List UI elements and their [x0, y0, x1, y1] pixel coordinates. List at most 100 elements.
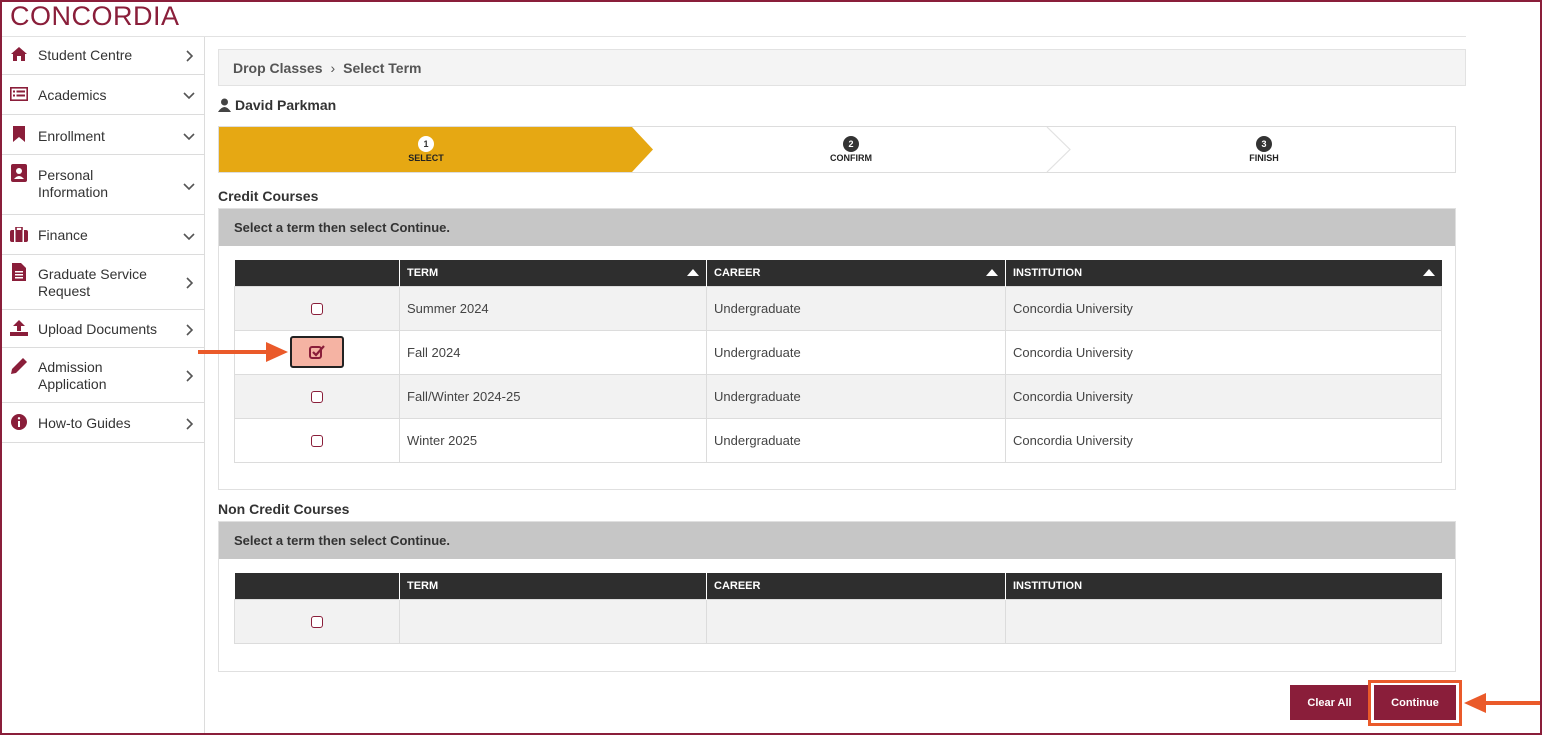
document-icon: [10, 263, 28, 281]
annotation-arrow-icon: [1464, 693, 1542, 713]
step-1-number: 1: [418, 136, 434, 152]
chevron-right-icon: [186, 418, 194, 430]
career-column-header[interactable]: CAREER: [706, 260, 1006, 286]
institution-column-header[interactable]: INSTITUTION: [1005, 260, 1442, 286]
step-2-number: 2: [843, 136, 859, 152]
sidebar-item-graduate-service-request[interactable]: Graduate Service Request: [2, 255, 205, 310]
term-cell: Fall/Winter 2024-25: [399, 373, 707, 419]
sidebar-item-how-to-guides[interactable]: How-to Guides: [2, 403, 205, 443]
user-name: David Parkman: [218, 97, 336, 113]
select-cell: [234, 285, 400, 331]
select-column-header: [234, 260, 400, 286]
clear-all-button[interactable]: Clear All: [1290, 685, 1369, 720]
credit-courses-panel: Select a term then select Continue. TERM…: [218, 208, 1456, 490]
home-icon: [10, 45, 28, 63]
briefcase-icon: [10, 225, 28, 243]
header-divider: [2, 36, 1466, 37]
non-credit-instruction: Select a term then select Continue.: [219, 522, 1455, 559]
sidebar-item-label: Student Centre: [38, 47, 133, 63]
user-icon: [218, 98, 231, 112]
non-credit-terms-table: TERM CAREER INSTITUTION: [234, 573, 1442, 644]
term-checkbox[interactable]: [311, 616, 323, 629]
info-icon: [10, 413, 28, 431]
non-credit-courses-title: Non Credit Courses: [218, 501, 350, 517]
sidebar-item-label: Graduate Service Request: [38, 266, 147, 299]
term-checkbox[interactable]: [311, 435, 323, 448]
table-row: Fall 2024 Undergraduate Concordia Univer…: [234, 329, 1442, 375]
career-cell: [706, 598, 1006, 644]
breadcrumb-drop-classes[interactable]: Drop Classes: [233, 60, 322, 76]
user-name-text: David Parkman: [235, 97, 337, 113]
career-cell: Undergraduate: [706, 329, 1006, 375]
sidebar-item-academics[interactable]: Academics: [2, 75, 205, 115]
select-column-header: [234, 573, 400, 599]
concordia-logo[interactable]: CONCORDIA: [10, 2, 180, 30]
sort-ascending-icon[interactable]: [986, 269, 998, 276]
institution-cell: Concordia University: [1005, 285, 1442, 331]
chevron-down-icon: [183, 92, 195, 100]
term-checkbox[interactable]: [311, 303, 323, 316]
chevron-down-icon: [183, 133, 195, 141]
term-column-header[interactable]: TERM: [399, 573, 707, 599]
select-cell: [234, 417, 400, 463]
chevron-right-icon: [186, 277, 194, 289]
term-column-header[interactable]: TERM: [399, 260, 707, 286]
list-card-icon: [10, 85, 28, 103]
sidebar-nav: Student Centre Academics Enrollment Pers…: [2, 37, 205, 733]
credit-courses-title: Credit Courses: [218, 188, 319, 204]
table-row: Winter 2025 Undergraduate Concordia Univ…: [234, 417, 1442, 463]
career-cell: Undergraduate: [706, 417, 1006, 463]
step-select-shape: [219, 127, 653, 172]
sidebar-item-student-centre[interactable]: Student Centre: [2, 37, 205, 75]
bookmark-icon: [10, 125, 28, 143]
step-3-number: 3: [1256, 136, 1272, 152]
sidebar-item-label: Admission Application: [38, 359, 107, 392]
step-3-label: FINISH: [1249, 153, 1279, 163]
sort-ascending-icon[interactable]: [1422, 269, 1435, 276]
annotation-arrow-icon: [198, 342, 288, 362]
pencil-icon: [10, 357, 28, 375]
term-checkbox-checked[interactable]: [290, 336, 344, 368]
chevron-down-icon: [183, 233, 195, 241]
sidebar-item-admission-application[interactable]: Admission Application: [2, 348, 205, 403]
sidebar-item-label: Personal Information: [38, 167, 109, 200]
table-row: Fall/Winter 2024-25 Undergraduate Concor…: [234, 373, 1442, 419]
career-cell: Undergraduate: [706, 373, 1006, 419]
chevron-right-icon: [186, 324, 194, 336]
sidebar-item-enrollment[interactable]: Enrollment: [2, 115, 205, 155]
step-1-label: SELECT: [408, 153, 444, 163]
sidebar-item-label: How-to Guides: [38, 415, 131, 431]
institution-cell: [1005, 598, 1442, 644]
continue-highlight-box: [1368, 680, 1462, 726]
sidebar-item-label: Finance: [38, 227, 88, 243]
step-divider: [1046, 127, 1071, 172]
career-column-header[interactable]: CAREER: [706, 573, 1006, 599]
breadcrumb-current: Select Term: [343, 59, 422, 76]
institution-column-header[interactable]: INSTITUTION: [1005, 573, 1442, 599]
checked-checkbox-icon: [309, 345, 325, 359]
select-cell: [234, 373, 400, 419]
sidebar-item-finance[interactable]: Finance: [2, 215, 205, 255]
sidebar-item-label: Upload Documents: [38, 321, 158, 337]
credit-terms-table: TERM CAREER INSTITUTION Summer 2024 Unde…: [234, 260, 1442, 463]
sidebar-item-personal-information[interactable]: Personal Information: [2, 155, 205, 215]
upload-icon: [10, 319, 28, 337]
sidebar-item-upload-documents[interactable]: Upload Documents: [2, 310, 205, 348]
table-row: Summer 2024 Undergraduate Concordia Univ…: [234, 285, 1442, 331]
career-cell: Undergraduate: [706, 285, 1006, 331]
id-card-icon: [10, 164, 28, 182]
institution-cell: Concordia University: [1005, 417, 1442, 463]
term-cell: [399, 598, 707, 644]
term-cell: Fall 2024: [399, 329, 707, 375]
step-2-label: CONFIRM: [830, 153, 872, 163]
select-cell: [234, 598, 400, 644]
term-cell: Winter 2025: [399, 417, 707, 463]
non-credit-courses-panel: Select a term then select Continue. TERM…: [218, 521, 1456, 672]
sidebar-item-label: Academics: [38, 87, 107, 103]
term-cell: Summer 2024: [399, 285, 707, 331]
chevron-right-icon: [186, 50, 194, 62]
sort-ascending-icon[interactable]: [687, 269, 699, 276]
institution-cell: Concordia University: [1005, 373, 1442, 419]
term-checkbox[interactable]: [311, 391, 323, 404]
step-progress: 1 SELECT 2 CONFIRM 3 FINISH: [218, 126, 1456, 173]
